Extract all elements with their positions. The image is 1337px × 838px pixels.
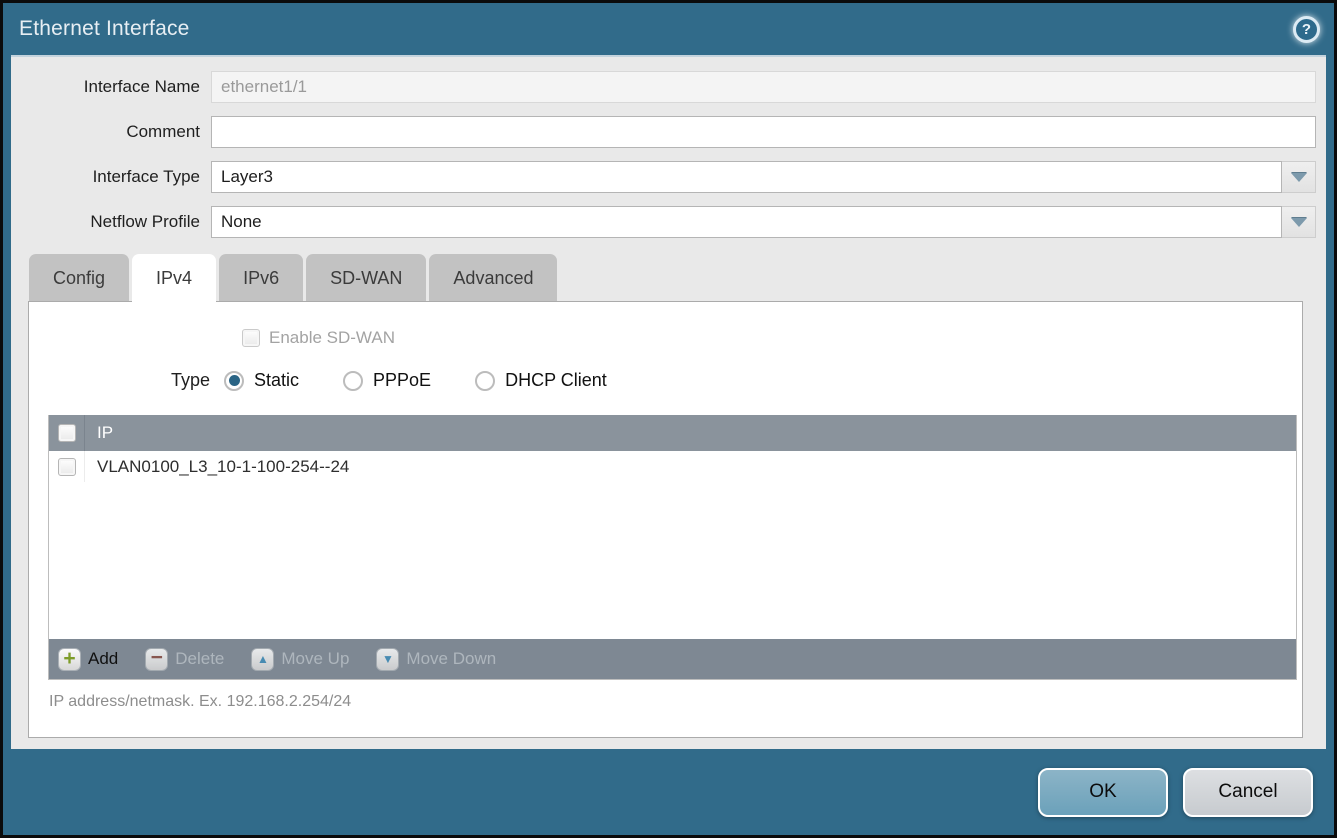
ip-column-header: IP bbox=[85, 415, 113, 451]
move-up-button[interactable]: ▲ Move Up bbox=[251, 648, 349, 671]
form-row-netflow-profile: Netflow Profile None bbox=[19, 206, 1316, 238]
type-radio-group: Type Static PPPoE DHCP Client bbox=[29, 370, 1302, 391]
radio-static-label: Static bbox=[254, 370, 299, 391]
dialog-footer: OK Cancel bbox=[3, 749, 1334, 835]
radio-dhcp-client-label: DHCP Client bbox=[505, 370, 607, 391]
plus-icon: + bbox=[58, 648, 81, 671]
select-all-cell bbox=[49, 415, 85, 451]
ip-table-toolbar: + Add − Delete ▲ Move Up ▼ Move Down bbox=[49, 639, 1296, 679]
comment-field-wrap bbox=[211, 116, 1316, 148]
ip-row-value[interactable]: VLAN0100_L3_10-1-100-254--24 bbox=[85, 451, 349, 482]
interface-type-field-wrap: Layer3 bbox=[211, 161, 1316, 193]
table-row[interactable]: VLAN0100_L3_10-1-100-254--24 bbox=[49, 451, 1296, 482]
enable-sdwan-checkbox[interactable] bbox=[242, 329, 260, 347]
form-row-interface-name: Interface Name bbox=[19, 71, 1316, 103]
minus-icon: − bbox=[145, 648, 168, 671]
add-button-label: Add bbox=[88, 649, 118, 669]
tab-bar: Config IPv4 IPv6 SD-WAN Advanced bbox=[19, 254, 1316, 302]
netflow-profile-select[interactable]: None bbox=[211, 206, 1282, 238]
dialog-titlebar: Ethernet Interface ? bbox=[3, 3, 1334, 55]
move-up-button-label: Move Up bbox=[281, 649, 349, 669]
move-down-button[interactable]: ▼ Move Down bbox=[376, 648, 496, 671]
ipv4-tab-panel: Enable SD-WAN Type Static PPPoE DHCP Cli… bbox=[28, 301, 1303, 738]
arrow-down-icon: ▼ bbox=[376, 648, 399, 671]
ip-table-header: IP bbox=[49, 415, 1296, 451]
interface-type-select[interactable]: Layer3 bbox=[211, 161, 1282, 193]
comment-input[interactable] bbox=[211, 116, 1316, 148]
chevron-down-icon bbox=[1291, 173, 1307, 182]
ip-address-table: IP VLAN0100_L3_10-1-100-254--24 + Add bbox=[48, 415, 1297, 680]
enable-sdwan-label: Enable SD-WAN bbox=[269, 328, 395, 348]
interface-name-label: Interface Name bbox=[19, 77, 211, 97]
ethernet-interface-dialog: Ethernet Interface ? Interface Name Comm… bbox=[0, 0, 1337, 838]
dialog-title: Ethernet Interface bbox=[19, 17, 190, 41]
radio-dhcp-client-icon[interactable] bbox=[475, 371, 495, 391]
form-row-comment: Comment bbox=[19, 116, 1316, 148]
radio-static[interactable]: Static bbox=[224, 370, 299, 391]
tab-ipv6[interactable]: IPv6 bbox=[219, 254, 303, 302]
tab-config[interactable]: Config bbox=[29, 254, 129, 302]
radio-static-icon[interactable] bbox=[224, 371, 244, 391]
move-down-button-label: Move Down bbox=[406, 649, 496, 669]
row-checkbox[interactable] bbox=[58, 458, 76, 476]
add-button[interactable]: + Add bbox=[58, 648, 118, 671]
interface-name-field-wrap bbox=[211, 71, 1316, 103]
delete-button[interactable]: − Delete bbox=[145, 648, 224, 671]
radio-pppoe-label: PPPoE bbox=[373, 370, 431, 391]
select-all-checkbox[interactable] bbox=[58, 424, 76, 442]
arrow-up-icon: ▲ bbox=[251, 648, 274, 671]
interface-type-dropdown-button[interactable] bbox=[1282, 161, 1316, 193]
radio-pppoe[interactable]: PPPoE bbox=[343, 370, 431, 391]
type-label: Type bbox=[29, 370, 224, 391]
radio-dhcp-client[interactable]: DHCP Client bbox=[475, 370, 607, 391]
interface-name-input bbox=[211, 71, 1316, 103]
dialog-content: Interface Name Comment Interface Type La… bbox=[11, 55, 1326, 749]
interface-type-label: Interface Type bbox=[19, 167, 211, 187]
ip-table-body: VLAN0100_L3_10-1-100-254--24 bbox=[49, 451, 1296, 639]
tab-sd-wan[interactable]: SD-WAN bbox=[306, 254, 426, 302]
chevron-down-icon bbox=[1291, 218, 1307, 227]
netflow-profile-dropdown-button[interactable] bbox=[1282, 206, 1316, 238]
comment-label: Comment bbox=[19, 122, 211, 142]
row-checkbox-cell bbox=[49, 451, 85, 482]
radio-pppoe-icon[interactable] bbox=[343, 371, 363, 391]
help-icon[interactable]: ? bbox=[1293, 16, 1320, 43]
ip-netmask-hint: IP address/netmask. Ex. 192.168.2.254/24 bbox=[49, 693, 1302, 711]
enable-sdwan-row: Enable SD-WAN bbox=[29, 302, 1302, 348]
netflow-profile-label: Netflow Profile bbox=[19, 212, 211, 232]
cancel-button[interactable]: Cancel bbox=[1183, 768, 1313, 817]
tab-ipv4[interactable]: IPv4 bbox=[132, 254, 216, 302]
delete-button-label: Delete bbox=[175, 649, 224, 669]
form-row-interface-type: Interface Type Layer3 bbox=[19, 161, 1316, 193]
tab-advanced[interactable]: Advanced bbox=[429, 254, 557, 302]
ok-button[interactable]: OK bbox=[1038, 768, 1168, 817]
netflow-profile-field-wrap: None bbox=[211, 206, 1316, 238]
